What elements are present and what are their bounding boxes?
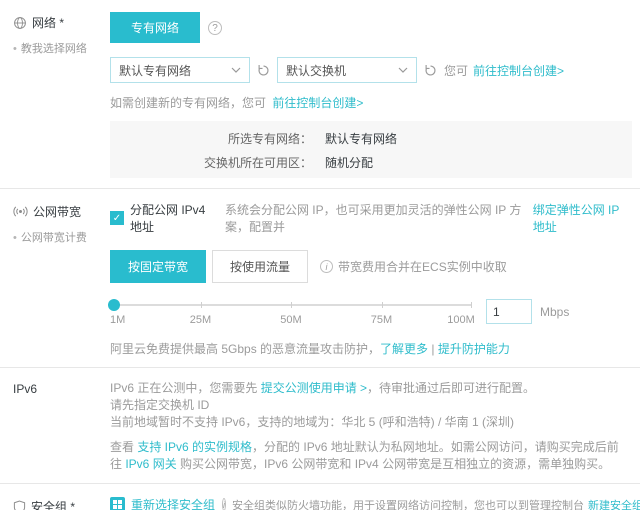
- create-security-group-link[interactable]: 新建安全组>: [588, 497, 640, 510]
- section-security-group: 安全组 * •安全组限制 •配置安全组 重新选择安全组 i 安全组类似防火墙功能…: [0, 483, 640, 510]
- assign-ipv4-label: 分配公网 IPv4地址: [130, 201, 215, 235]
- create-vpc-hint-text: 如需创建新的专有网络，您可: [110, 96, 266, 110]
- bandwidth-label-column: 公网带宽 •公网带宽计费: [0, 189, 102, 367]
- reselect-security-group-link[interactable]: 重新选择安全组: [131, 496, 215, 510]
- shield-icon: [13, 500, 26, 510]
- sg-info-icon[interactable]: i: [222, 498, 226, 510]
- section-network: 网络 * •教我选择网络 专有网络 ? 默认专有网络 默认交换机: [0, 0, 640, 188]
- network-label-column: 网络 * •教我选择网络: [0, 0, 102, 188]
- bandwidth-value-input[interactable]: [486, 299, 532, 324]
- ddos-divider: |: [431, 342, 434, 356]
- bind-eip-link[interactable]: 绑定弹性公网 IP 地址: [533, 201, 630, 235]
- vpc-select[interactable]: 默认专有网络: [110, 57, 250, 83]
- vswitch-refresh-icon[interactable]: [424, 64, 437, 77]
- security-group-title: 安全组 *: [13, 498, 102, 510]
- goto-console-create-link[interactable]: 前往控制台创建>: [473, 62, 564, 79]
- assign-ipv4-desc: 系统会分配公网 IP，也可采用更加灵活的弹性公网 IP 方案，配置并: [225, 201, 530, 235]
- ipv6-beta-text-post: ，待审批通过后即可进行配置。: [367, 381, 535, 395]
- grid-icon: [110, 497, 125, 510]
- tick-50m: 50M: [280, 314, 301, 326]
- tick-1m: 1M: [110, 314, 125, 326]
- ipv6-region-support-text: 当前地域暂时不支持 IPv6，支持的地域为：华北 5 (呼和浩特) / 华南 1…: [110, 414, 630, 431]
- ipv6-title-text: IPv6: [13, 382, 37, 396]
- tick-75m: 75M: [371, 314, 392, 326]
- boost-protection-link[interactable]: 提升防护能力: [438, 342, 510, 356]
- ipv6-bandwidth-note-text: 购买公网带宽，IPv6 公网带宽和 IPv4 公网带宽是互相独立的资源，需单独购…: [177, 457, 610, 471]
- ipv6-label-column: IPv6: [0, 368, 102, 483]
- selected-vpc-value: 默认专有网络: [325, 130, 397, 147]
- submit-beta-application-link[interactable]: 提交公测使用申请 >: [261, 381, 367, 395]
- ipv6-beta-text: IPv6 正在公测中，您需要先: [110, 381, 261, 395]
- section-bandwidth: 公网带宽 •公网带宽计费 ✓ 分配公网 IPv4地址 系统会分配公网 IP，也可…: [0, 188, 640, 367]
- learn-more-link[interactable]: 了解更多: [380, 342, 428, 356]
- vswitch-select[interactable]: 默认交换机: [277, 57, 417, 83]
- vswitch-zone-label: 交换机所在可用区：: [110, 154, 312, 171]
- broadcast-icon: [13, 205, 28, 218]
- ipv6-vswitch-hint: 请先指定交换机 ID: [110, 397, 630, 414]
- section-ipv6: IPv6 IPv6 正在公测中，您需要先 提交公测使用申请 >，待审批通过后即可…: [0, 367, 640, 483]
- network-title: 网络 *: [13, 14, 102, 31]
- bandwidth-unit-label: Mbps: [540, 305, 569, 319]
- can-create-text: 您可: [444, 62, 468, 79]
- selected-vpc-label: 所选专有网络：: [110, 130, 312, 147]
- sg-desc-text: 安全组类似防火墙功能，用于设置网络访问控制，您也可以到管理控制台: [232, 497, 584, 510]
- slider-handle[interactable]: [108, 299, 120, 311]
- chevron-down-icon: [231, 67, 241, 73]
- chevron-down-icon: [398, 67, 408, 73]
- ddos-note-text: 阿里云免费提供最高 5Gbps 的恶意流量攻击防护，: [110, 342, 380, 356]
- bandwidth-billing-link[interactable]: •公网带宽计费: [13, 229, 102, 245]
- fee-note-text: 带宽费用合并在ECS实例中收取: [338, 258, 507, 275]
- globe-icon: [13, 16, 27, 30]
- security-group-title-text: 安全组 *: [31, 498, 75, 510]
- vpc-summary-box: 所选专有网络： 默认专有网络 交换机所在可用区： 随机分配: [110, 121, 632, 178]
- network-title-text: 网络 *: [32, 14, 64, 31]
- ipv6-gateway-link[interactable]: IPv6 网关: [125, 457, 176, 471]
- vpc-refresh-icon[interactable]: [257, 64, 270, 77]
- network-help-icon[interactable]: ?: [208, 21, 222, 35]
- ipv6-instance-types-link[interactable]: 支持 IPv6 的实例规格: [137, 440, 252, 454]
- assign-ipv4-checkbox[interactable]: ✓: [110, 211, 124, 225]
- fee-info-icon[interactable]: i: [320, 260, 333, 273]
- by-traffic-tab[interactable]: 按使用流量: [212, 250, 308, 283]
- vswitch-select-value: 默认交换机: [286, 62, 346, 79]
- network-content: 专有网络 ? 默认专有网络 默认交换机 您可 前往控: [102, 0, 640, 188]
- bandwidth-slider[interactable]: 1M 25M 50M 75M 100M: [110, 299, 472, 331]
- ipv6-content: IPv6 正在公测中，您需要先 提交公测使用申请 >，待审批通过后即可进行配置。…: [102, 368, 640, 483]
- bandwidth-title: 公网带宽: [13, 203, 102, 220]
- security-group-content: 重新选择安全组 i 安全组类似防火墙功能，用于设置网络访问控制，您也可以到管理控…: [102, 484, 640, 510]
- vswitch-zone-value: 随机分配: [325, 154, 373, 171]
- vpc-type-button[interactable]: 专有网络: [110, 12, 200, 43]
- security-group-label-column: 安全组 * •安全组限制 •配置安全组: [0, 484, 102, 510]
- help-choose-network-link[interactable]: •教我选择网络: [13, 40, 102, 56]
- tick-100m: 100M: [447, 314, 475, 326]
- bandwidth-title-text: 公网带宽: [33, 203, 81, 220]
- ipv6-title: IPv6: [13, 382, 102, 396]
- bandwidth-content: ✓ 分配公网 IPv4地址 系统会分配公网 IP，也可采用更加灵活的弹性公网 I…: [102, 189, 640, 367]
- fixed-bandwidth-tab[interactable]: 按固定带宽: [110, 250, 206, 283]
- tick-25m: 25M: [190, 314, 211, 326]
- create-vpc-console-link[interactable]: 前往控制台创建>: [272, 96, 363, 110]
- ecs-network-config-panel: 网络 * •教我选择网络 专有网络 ? 默认专有网络 默认交换机: [0, 0, 640, 510]
- vpc-select-value: 默认专有网络: [119, 62, 191, 79]
- ipv6-view-text: 查看: [110, 440, 137, 454]
